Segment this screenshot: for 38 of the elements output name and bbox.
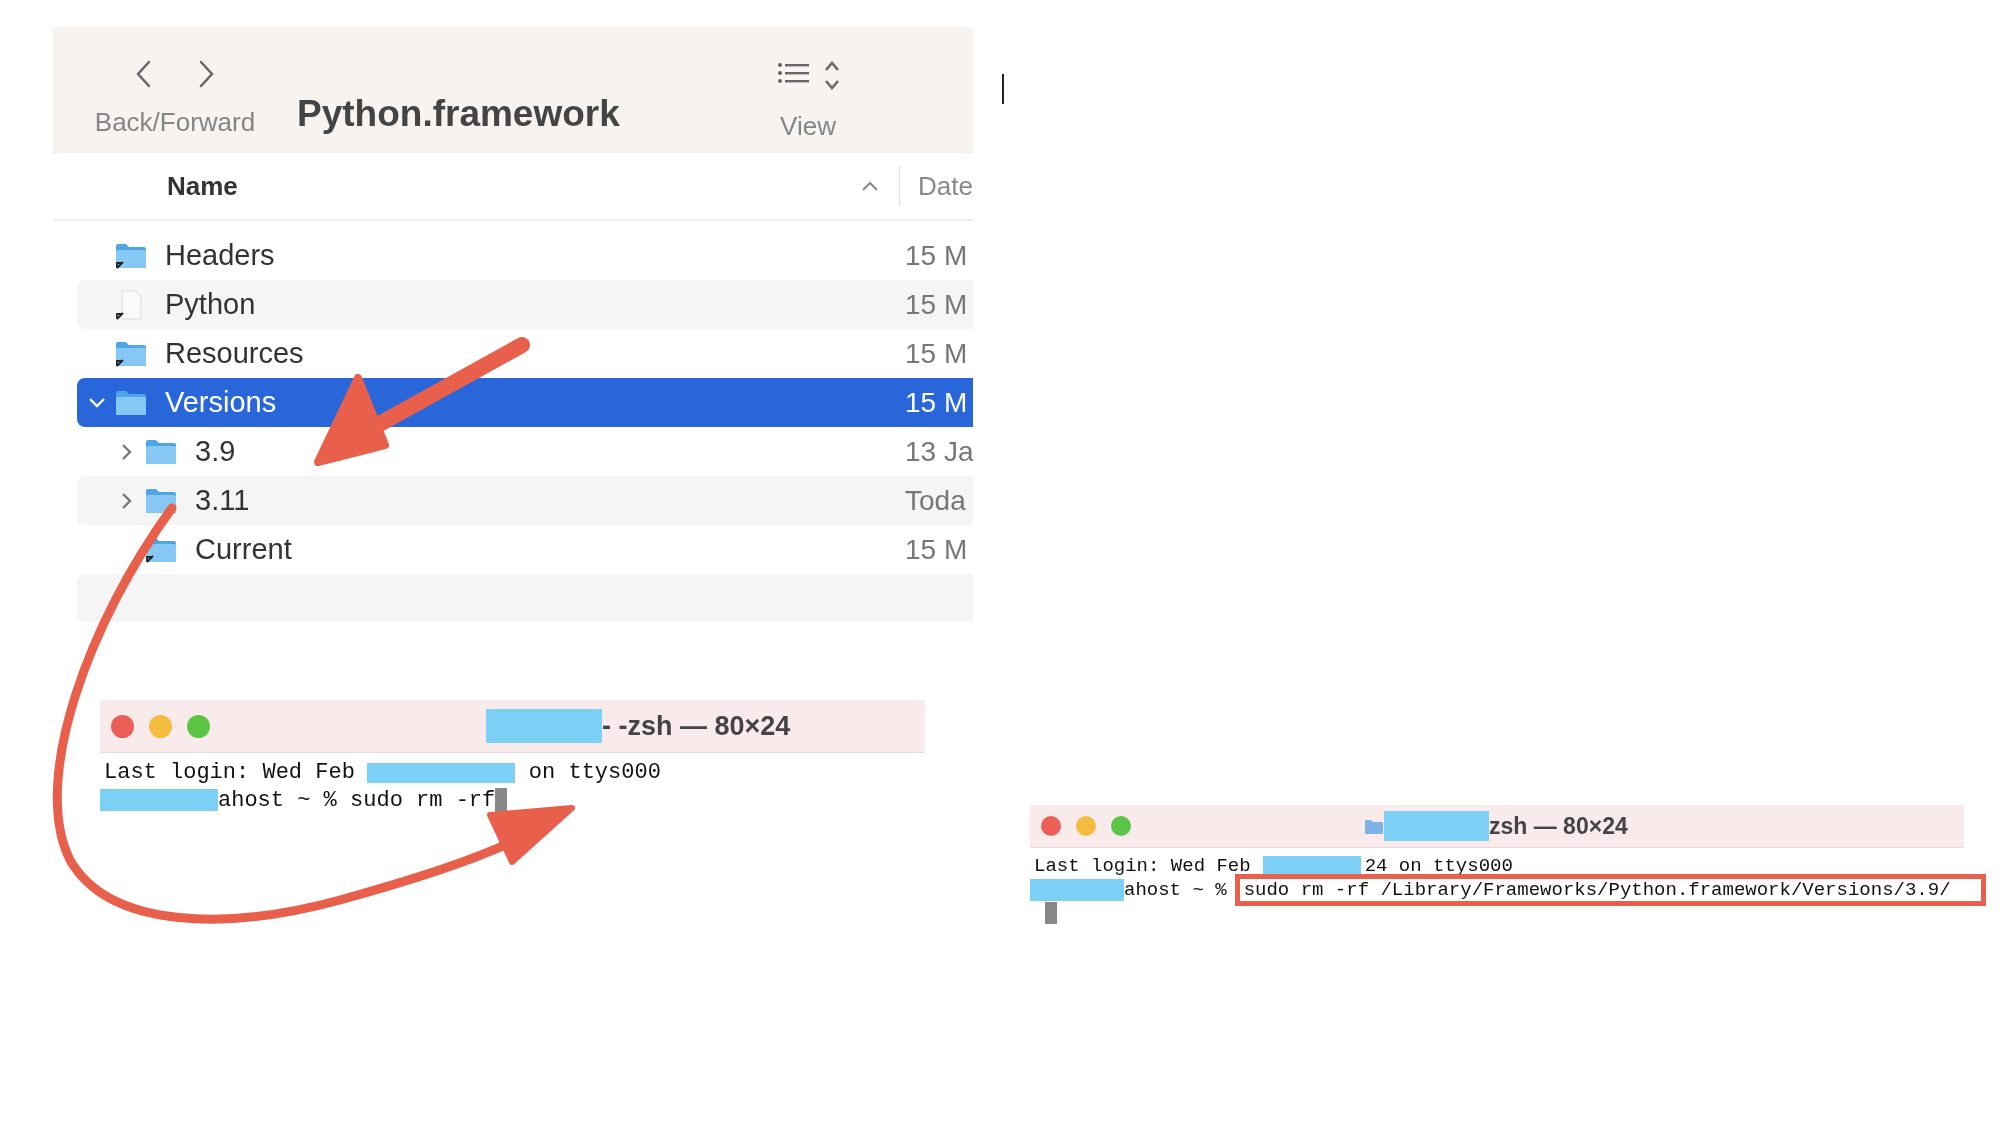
file-row[interactable]: 3.11 Toda <box>77 476 973 525</box>
highlighted-command: sudo rm -rf /Library/Frameworks/Python.framework/Versions/3.9/ <box>1234 873 1986 906</box>
text-cursor <box>1002 74 1004 104</box>
file-row[interactable]: Python 15 M <box>77 280 973 329</box>
file-row[interactable]: Current 15 M <box>77 525 973 574</box>
file-row[interactable]: 3.9 13 Ja <box>77 427 973 476</box>
terminal-text: ahost ~ % <box>1124 878 1227 901</box>
toolbar-label: Back/Forward <box>94 107 256 138</box>
close-button[interactable] <box>1041 816 1061 836</box>
file-date: 15 M <box>905 533 969 566</box>
terminal-text: ahost ~ % sudo rm -rf <box>218 787 496 813</box>
terminal-cursor <box>495 787 508 813</box>
file-date: 15 M <box>905 386 969 419</box>
file-name: Versions <box>165 386 277 419</box>
file-row[interactable]: Resources 15 M <box>77 329 973 378</box>
terminal-cursor <box>1045 902 1057 925</box>
terminal-text: on ttys000 <box>528 760 661 786</box>
column-header[interactable]: Date <box>918 170 973 202</box>
close-button[interactable] <box>111 714 134 738</box>
window-title: - -zsh — 80×24 <box>602 710 791 742</box>
terminal-text: Last login: Wed Feb <box>104 760 355 786</box>
file-date: 15 M <box>905 337 969 370</box>
file-date: Toda <box>905 484 967 517</box>
window-title: zsh — 80×24 <box>1489 812 1628 840</box>
file-row[interactable]: Versions 15 M <box>77 378 973 427</box>
file-name: Resources <box>165 337 304 370</box>
file-name: Headers <box>165 239 275 272</box>
file-row[interactable]: Headers 15 M <box>77 231 973 280</box>
toolbar-label: View <box>780 111 836 142</box>
column-header[interactable]: Name <box>167 170 238 202</box>
file-name: Current <box>195 533 292 566</box>
file-name: 3.11 <box>195 484 250 517</box>
file-name: Python <box>165 288 256 321</box>
window-title: Python.framework <box>297 93 621 135</box>
file-date: 13 Ja <box>905 435 973 468</box>
file-date: 15 M <box>905 239 969 272</box>
file-name: 3.9 <box>195 435 236 468</box>
file-date: 15 M <box>905 288 969 321</box>
